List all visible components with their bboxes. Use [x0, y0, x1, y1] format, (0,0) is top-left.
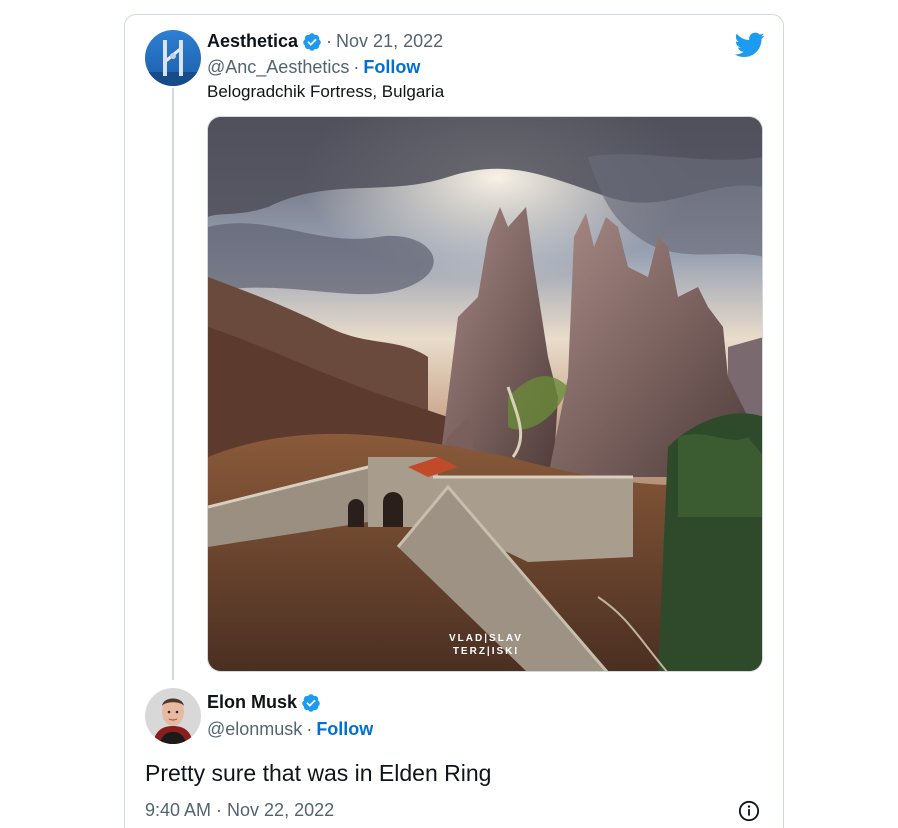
follow-button[interactable]: Follow [316, 719, 373, 740]
thread-connector-line [172, 88, 174, 680]
elon-musk-avatar[interactable] [145, 688, 201, 744]
follow-button[interactable]: Follow [363, 57, 420, 78]
reply-timestamp[interactable]: 9:40 AM · Nov 22, 2022 [145, 800, 334, 821]
reply-author-name[interactable]: Elon Musk [207, 692, 297, 713]
tweet-photo[interactable]: VLAD|SLAV TERZ|ISKI [207, 116, 763, 672]
photo-watermark: VLAD|SLAV [449, 633, 523, 644]
tweet-date[interactable]: Nov 21, 2022 [336, 31, 443, 52]
reply-author-handle[interactable]: @elonmusk [207, 719, 302, 740]
info-circle-icon[interactable] [738, 800, 760, 827]
separator-dot: · [326, 31, 333, 51]
twitter-bird-icon[interactable] [734, 32, 765, 63]
tweet-text: Belogradchik Fortress, Bulgaria [207, 82, 445, 101]
verified-badge-icon [301, 693, 321, 713]
separator-dot: · [306, 719, 313, 739]
photo-watermark: TERZ|ISKI [453, 646, 519, 657]
verified-badge-icon [302, 32, 322, 52]
aesthetica-avatar[interactable] [145, 30, 201, 86]
author-handle[interactable]: @Anc_Aesthetics [207, 57, 349, 78]
author-name[interactable]: Aesthetica [207, 31, 298, 52]
separator-dot: · [353, 57, 360, 77]
reply-text: Pretty sure that was in Elden Ring [145, 760, 492, 786]
